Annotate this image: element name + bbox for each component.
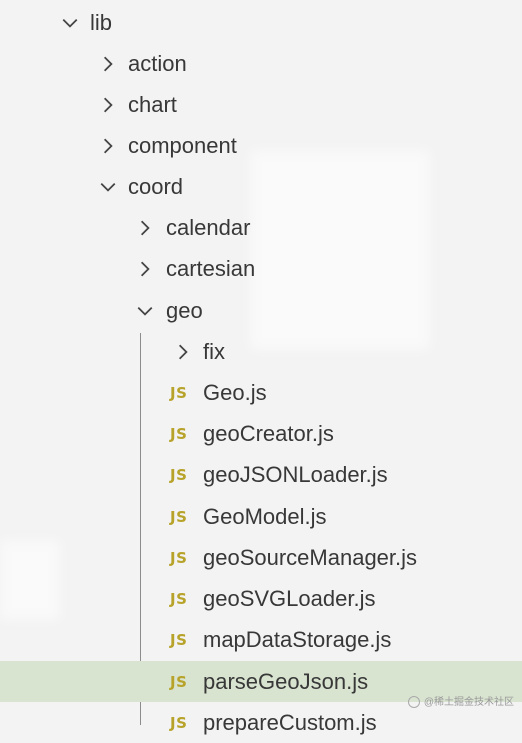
tree-item-label: cartesian [166,256,256,281]
tree-item-coord[interactable]: coord [0,166,522,207]
tree-item-label: geoJSONLoader.js [203,462,388,487]
tree-item-label: geoCreator.js [203,421,334,446]
js-file-icon: JS [170,630,188,649]
js-file-icon: JS [170,548,188,567]
js-file-icon: JS [170,589,188,608]
chevron-right-icon [172,341,194,363]
tree-item-label: mapDataStorage.js [203,627,392,652]
tree-item-file[interactable]: JS geoSourceManager.js [0,537,522,578]
watermark-logo-icon [407,696,420,709]
tree-item-label: component [128,133,237,158]
js-file-icon: JS [170,672,188,691]
tree-item-action[interactable]: action [0,43,522,84]
chevron-right-icon [97,135,119,157]
chevron-down-icon [97,176,119,198]
tree-item-file[interactable]: JS geoCreator.js [0,413,522,454]
tree-item-label: fix [203,339,225,364]
tree-item-label: lib [90,10,113,35]
js-file-icon: JS [170,424,188,443]
js-file-icon: JS [170,383,188,402]
tree-item-calendar[interactable]: calendar [0,207,522,248]
tree-item-label: geo [166,298,203,323]
chevron-right-icon [134,258,156,280]
watermark: @稀土掘金技术社区 [407,693,514,709]
chevron-right-icon [97,53,119,75]
tree-item-label: action [128,51,187,76]
tree-item-cartesian[interactable]: cartesian [0,248,522,289]
tree-item-label: geoSVGLoader.js [203,586,376,611]
chevron-down-icon [59,12,81,34]
tree-item-file[interactable]: JS geoJSONLoader.js [0,454,522,495]
watermark-text: @稀土掘金技术社区 [423,697,514,708]
tree-item-label: GeoModel.js [203,504,327,529]
chevron-down-icon [134,300,156,322]
tree-item-label: chart [128,92,177,117]
tree-item-file[interactable]: JS GeoModel.js [0,496,522,537]
tree-item-geo[interactable]: geo [0,290,522,331]
tree-item-chart[interactable]: chart [0,84,522,125]
tree-item-file[interactable]: JS mapDataStorage.js [0,619,522,660]
tree-item-label: parseGeoJson.js [203,669,369,694]
tree-item-label: coord [128,174,184,199]
tree-item-fix[interactable]: fix [0,331,522,372]
tree-item-label: geoSourceManager.js [203,545,418,570]
file-explorer-tree: lib action chart component coord calenda… [0,0,522,735]
tree-item-label: Geo.js [203,380,267,405]
tree-item-lib[interactable]: lib [0,2,522,43]
tree-item-label: calendar [166,215,251,240]
chevron-right-icon [134,217,156,239]
tree-item-component[interactable]: component [0,125,522,166]
tree-item-file[interactable]: JS geoSVGLoader.js [0,578,522,619]
tree-item-file[interactable]: JS Geo.js [0,372,522,413]
js-file-icon: JS [170,507,188,526]
chevron-right-icon [97,94,119,116]
js-file-icon: JS [170,713,188,732]
js-file-icon: JS [170,465,188,484]
tree-item-label: prepareCustom.js [203,710,377,735]
